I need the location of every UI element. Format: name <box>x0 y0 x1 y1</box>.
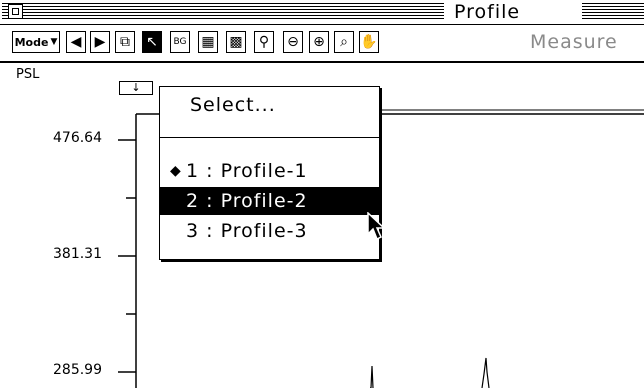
arrow-left-icon[interactable]: ◀ <box>66 31 86 53</box>
chevron-down-icon: ▼ <box>50 37 58 47</box>
mode-label: Mode <box>14 35 49 49</box>
menu-item-profile-3[interactable]: 3 : Profile-3 <box>160 217 379 245</box>
background-icon[interactable]: BG <box>170 31 190 53</box>
menu-separator <box>160 137 379 138</box>
peak-fill-icon[interactable]: ▩ <box>226 31 246 53</box>
menu-item-profile-1[interactable]: ◆ 1 : Profile-1 <box>160 157 379 185</box>
menu-item-profile-2[interactable]: 2 : Profile-2 <box>160 187 379 215</box>
close-box[interactable] <box>8 4 23 19</box>
scroll-down-icon[interactable]: ↓ <box>119 81 153 95</box>
arrow-cursor-icon <box>367 212 386 241</box>
profile-dropdown-menu: Select... ◆ 1 : Profile-1 2 : Profile-2 3 :… <box>159 86 380 260</box>
arrow-right-icon[interactable]: ▶ <box>90 31 110 53</box>
menu-item-label: 2 : Profile-2 <box>186 190 308 212</box>
hand-icon[interactable]: ✋ <box>359 31 379 53</box>
window-title: Profile <box>454 1 521 23</box>
y-tick-label: 285.99 <box>53 362 102 378</box>
pointer-icon[interactable]: ↖ <box>142 31 162 53</box>
profile-peak <box>370 365 374 388</box>
close-box-icon <box>12 8 19 15</box>
measure-label: Measure <box>530 31 618 53</box>
checkmark-icon: ◆ <box>170 163 182 179</box>
magnifier-icon[interactable]: ⌕ <box>334 31 354 53</box>
mode-menu-button[interactable]: Mode ▼ <box>12 31 60 53</box>
peak-hatch-icon[interactable]: ▦ <box>198 31 218 53</box>
duplicate-window-icon[interactable]: ⧉ <box>115 31 135 53</box>
menu-item-select[interactable]: Select... <box>160 91 379 119</box>
menu-item-label: 3 : Profile-3 <box>186 220 308 242</box>
y-tick-label: 476.64 <box>53 130 102 146</box>
toolbar: Mode ▼ ◀ ▶ ⧉ ↖ BG ▦ ▩ ⚲ ⊖ ⊕ ⌕ ✋ Measure <box>0 25 644 63</box>
zoom-axis-icon[interactable]: ⊕ <box>309 31 329 53</box>
y-tick-label: 381.31 <box>53 246 102 262</box>
probe-icon[interactable]: ⚲ <box>254 31 274 53</box>
profile-peak <box>481 357 490 388</box>
title-bar[interactable]: Profile <box>0 0 644 25</box>
y-axis-unit: PSL <box>16 67 40 82</box>
zoom-out-icon[interactable]: ⊖ <box>283 31 303 53</box>
menu-item-label: 1 : Profile-1 <box>186 160 308 182</box>
